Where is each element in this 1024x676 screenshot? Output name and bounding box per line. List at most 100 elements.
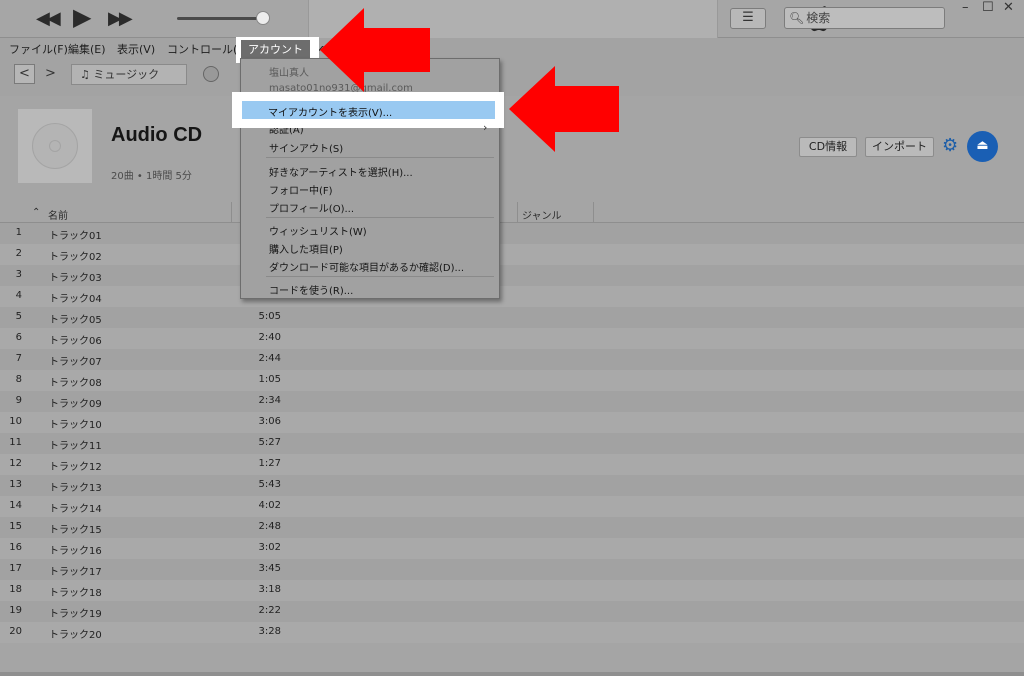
table-row[interactable]: 10 トラック10 3:06 — [0, 412, 1024, 433]
track-name: トラック10 — [49, 420, 102, 431]
previous-track-icon[interactable]: ◀◀ — [36, 8, 61, 29]
volume-knob[interactable] — [256, 11, 270, 25]
track-time: 5:05 — [258, 311, 281, 322]
column-name[interactable]: 名前 — [48, 207, 68, 222]
track-name: トラック19 — [49, 609, 102, 620]
track-name: トラック04 — [49, 294, 102, 305]
menu-item-wishlist[interactable]: ウィッシュリスト(W) — [269, 223, 367, 238]
column-genre[interactable]: ジャンル — [522, 207, 562, 222]
track-number: 7 — [15, 353, 22, 364]
album-title: Audio CD — [111, 124, 203, 146]
back-button[interactable]: < — [14, 64, 35, 84]
title-bar: ◀◀ ▶ ▶▶ ☰ 🔍︎ 検索 – ☐ ✕ — [0, 0, 1024, 38]
maximize-icon[interactable]: ☐ — [982, 0, 994, 15]
track-name: トラック20 — [49, 630, 102, 641]
menu-item-profile[interactable]: プロフィール(O)... — [269, 200, 354, 215]
column-divider — [231, 202, 232, 222]
track-number: 20 — [9, 626, 22, 637]
table-row[interactable]: 20 トラック20 3:28 — [0, 622, 1024, 643]
cd-info-button[interactable]: CD情報 — [799, 137, 857, 157]
media-kind-label: ミュージック — [93, 68, 160, 81]
import-button[interactable]: インポート — [865, 137, 934, 157]
table-row[interactable]: 1 トラック01 — [0, 223, 1024, 244]
track-name: トラック08 — [49, 378, 102, 389]
table-row[interactable]: 9 トラック09 2:34 — [0, 391, 1024, 412]
menu-item-choose-artists[interactable]: 好きなアーティストを選択(H)... — [269, 164, 413, 179]
cd-source-button[interactable] — [200, 64, 222, 85]
table-row[interactable]: 7 トラック07 2:44 — [0, 349, 1024, 370]
menu-item-redeem-code[interactable]: コードを使う(R)... — [269, 282, 353, 297]
table-row[interactable]: 2 トラック02 — [0, 244, 1024, 265]
annotation-arrow-icon — [509, 66, 619, 152]
cd-icon — [203, 66, 219, 82]
table-row[interactable]: 14 トラック14 4:02 — [0, 496, 1024, 517]
menu-account[interactable]: アカウント(A) — [241, 40, 310, 75]
volume-slider[interactable] — [177, 17, 265, 20]
column-divider — [593, 202, 594, 222]
menu-separator — [266, 276, 494, 277]
minimize-icon[interactable]: – — [962, 0, 969, 15]
menu-item-sign-out[interactable]: サインアウト(S) — [269, 140, 343, 155]
menu-bar: ファイル(F) 編集(E) 表示(V) コントロール(C) ヘ — [0, 38, 1024, 58]
track-number: 10 — [9, 416, 22, 427]
table-row[interactable]: 18 トラック18 3:18 — [0, 580, 1024, 601]
menu-item-check-downloads[interactable]: ダウンロード可能な項目があるか確認(D)... — [269, 259, 464, 274]
menu-item-purchased[interactable]: 購入した項目(P) — [269, 241, 343, 256]
table-row[interactable]: 16 トラック16 3:02 — [0, 538, 1024, 559]
table-row[interactable]: 6 トラック06 2:40 — [0, 328, 1024, 349]
track-number: 2 — [15, 248, 22, 259]
track-name: トラック13 — [49, 483, 102, 494]
track-time: 1:27 — [258, 458, 281, 469]
track-name: トラック11 — [49, 441, 102, 452]
track-name: トラック17 — [49, 567, 102, 578]
annotation-arrow-icon — [320, 8, 430, 92]
column-header: ⌃ 名前 ジャンル — [0, 202, 1024, 223]
play-icon[interactable]: ▶ — [73, 3, 91, 31]
track-time: 5:43 — [258, 479, 281, 490]
track-number: 4 — [15, 290, 22, 301]
eject-button[interactable]: ⏏ — [967, 131, 998, 162]
track-name: トラック06 — [49, 336, 102, 347]
music-note-icon: ♫ — [80, 68, 90, 81]
gear-icon[interactable]: ⚙ — [942, 135, 958, 156]
table-row[interactable]: 19 トラック19 2:22 — [0, 601, 1024, 622]
menu-file[interactable]: ファイル(F) — [9, 41, 68, 57]
track-name: トラック14 — [49, 504, 102, 515]
track-name: トラック12 — [49, 462, 102, 473]
table-row[interactable]: 15 トラック15 2:48 — [0, 517, 1024, 538]
track-time: 3:28 — [258, 626, 281, 637]
search-placeholder: 検索 — [806, 11, 831, 25]
track-time: 2:40 — [258, 332, 281, 343]
menu-item-view-account-label: マイアカウントを表示(V)... — [268, 108, 393, 119]
track-name: トラック03 — [49, 273, 102, 284]
table-row[interactable]: 12 トラック12 1:27 — [0, 454, 1024, 475]
list-icon: ☰ — [742, 10, 754, 25]
search-input[interactable]: 🔍︎ 検索 — [784, 7, 945, 29]
album-artwork — [18, 109, 92, 183]
media-kind-select[interactable]: ♫ ミュージック — [71, 64, 187, 85]
table-row[interactable]: 13 トラック13 5:43 — [0, 475, 1024, 496]
track-time: 2:44 — [258, 353, 281, 364]
menu-edit[interactable]: 編集(E) — [68, 41, 106, 57]
table-row[interactable]: 5 トラック05 5:05 — [0, 307, 1024, 328]
list-view-button[interactable]: ☰ — [730, 8, 766, 29]
menu-separator — [266, 157, 494, 158]
next-track-icon[interactable]: ▶▶ — [108, 8, 133, 29]
table-row[interactable]: 17 トラック17 3:45 — [0, 559, 1024, 580]
column-divider — [517, 202, 518, 222]
status-bar — [0, 672, 1024, 676]
track-name: トラック16 — [49, 546, 102, 557]
forward-button[interactable]: > — [40, 64, 61, 84]
table-row[interactable]: 4 トラック04 — [0, 286, 1024, 307]
menu-item-following[interactable]: フォロー中(F) — [269, 182, 333, 197]
close-icon[interactable]: ✕ — [1003, 0, 1014, 15]
eject-icon: ⏏ — [976, 138, 989, 153]
table-row[interactable]: 3 トラック03 — [0, 265, 1024, 286]
menu-view[interactable]: 表示(V) — [117, 41, 155, 57]
track-time: 3:06 — [258, 416, 281, 427]
sort-ascending-icon[interactable]: ⌃ — [32, 207, 40, 218]
track-number: 17 — [9, 563, 22, 574]
table-row[interactable]: 8 トラック08 1:05 — [0, 370, 1024, 391]
menu-item-view-account[interactable]: マイアカウントを表示(V)... — [242, 101, 495, 119]
table-row[interactable]: 11 トラック11 5:27 — [0, 433, 1024, 454]
